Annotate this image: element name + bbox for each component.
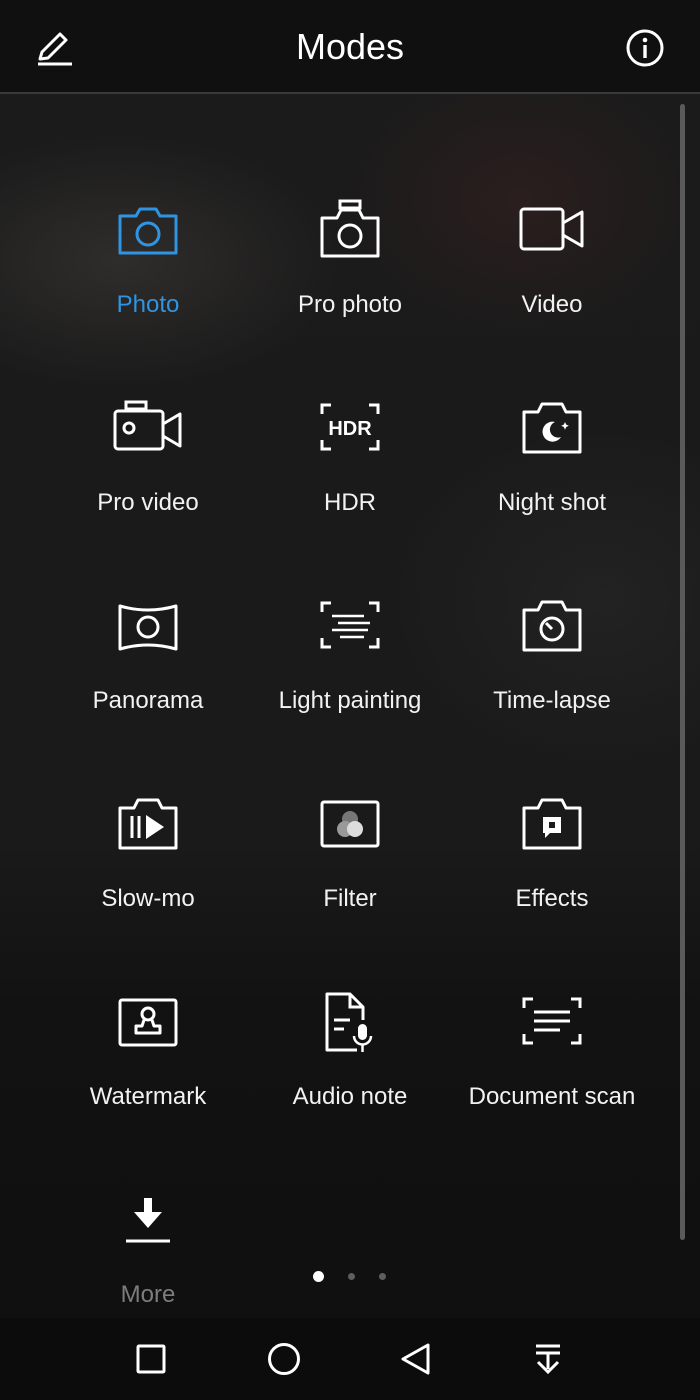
mode-label: Light painting bbox=[278, 687, 422, 714]
pro-camera-icon bbox=[310, 198, 390, 268]
mode-more[interactable]: More bbox=[38, 1188, 258, 1302]
page-dot[interactable] bbox=[348, 1273, 355, 1280]
watermark-icon bbox=[108, 990, 188, 1060]
pro-video-icon bbox=[108, 396, 188, 466]
slow-mo-icon bbox=[108, 792, 188, 862]
mode-hdr[interactable]: HDR HDR bbox=[240, 396, 460, 566]
mode-label: Panorama bbox=[92, 687, 204, 714]
scrollbar[interactable] bbox=[680, 104, 685, 1240]
mode-watermark[interactable]: Watermark bbox=[38, 990, 258, 1160]
mode-night-shot[interactable]: Night shot bbox=[442, 396, 662, 566]
back-triangle-icon[interactable] bbox=[393, 1336, 439, 1382]
header-bar: Modes bbox=[0, 0, 700, 94]
mode-photo[interactable]: Photo bbox=[38, 198, 258, 368]
mode-pro-video[interactable]: Pro video bbox=[38, 396, 258, 566]
mode-label: Time-lapse bbox=[493, 687, 611, 714]
mode-label: Photo bbox=[116, 291, 180, 318]
home-circle-icon[interactable] bbox=[261, 1336, 307, 1382]
time-lapse-icon bbox=[512, 594, 592, 664]
page-dot[interactable] bbox=[379, 1273, 386, 1280]
recents-square-icon[interactable] bbox=[128, 1336, 174, 1382]
audio-note-icon bbox=[310, 990, 390, 1060]
mode-audio-note[interactable]: Audio note bbox=[240, 990, 460, 1160]
svg-text:HDR: HDR bbox=[328, 418, 372, 440]
panorama-icon bbox=[108, 594, 188, 664]
page-title: Modes bbox=[295, 26, 405, 67]
filter-icon bbox=[310, 792, 390, 862]
hdr-icon: HDR bbox=[310, 396, 390, 466]
mode-label: Pro photo bbox=[297, 291, 403, 318]
mode-slow-mo[interactable]: Slow-mo bbox=[38, 792, 258, 962]
night-camera-icon bbox=[512, 396, 592, 466]
camera-icon bbox=[108, 198, 188, 268]
download-icon bbox=[108, 1188, 188, 1258]
mode-label: Audio note bbox=[292, 1083, 408, 1110]
mode-time-lapse[interactable]: Time-lapse bbox=[442, 594, 662, 764]
mode-label: Night shot bbox=[497, 489, 607, 516]
light-painting-icon bbox=[310, 594, 390, 664]
mode-label: Effects bbox=[515, 885, 589, 912]
mode-video[interactable]: Video bbox=[442, 198, 662, 368]
document-scan-icon bbox=[512, 990, 592, 1060]
system-navigation-bar bbox=[0, 1318, 700, 1400]
video-camera-icon bbox=[512, 198, 592, 268]
mode-label: Watermark bbox=[89, 1083, 207, 1110]
mode-label: Document scan bbox=[468, 1083, 636, 1110]
mode-pro-photo[interactable]: Pro photo bbox=[240, 198, 460, 368]
mode-effects[interactable]: Effects bbox=[442, 792, 662, 962]
mode-light-painting[interactable]: Light painting bbox=[240, 594, 460, 764]
effects-icon bbox=[512, 792, 592, 862]
mode-label: HDR bbox=[324, 489, 376, 516]
mode-label: Video bbox=[521, 291, 583, 318]
page-dot-active[interactable] bbox=[313, 1271, 324, 1282]
mode-filter[interactable]: Filter bbox=[240, 792, 460, 962]
mode-document-scan[interactable]: Document scan bbox=[442, 990, 662, 1160]
notification-pull-down-icon[interactable] bbox=[525, 1336, 571, 1382]
mode-panorama[interactable]: Panorama bbox=[38, 594, 258, 764]
page-indicator bbox=[300, 1270, 400, 1284]
mode-label: More bbox=[120, 1281, 176, 1302]
mode-label: Slow-mo bbox=[101, 885, 195, 912]
mode-label: Filter bbox=[323, 885, 377, 912]
info-icon[interactable] bbox=[625, 28, 665, 68]
mode-label: Pro video bbox=[97, 489, 199, 516]
